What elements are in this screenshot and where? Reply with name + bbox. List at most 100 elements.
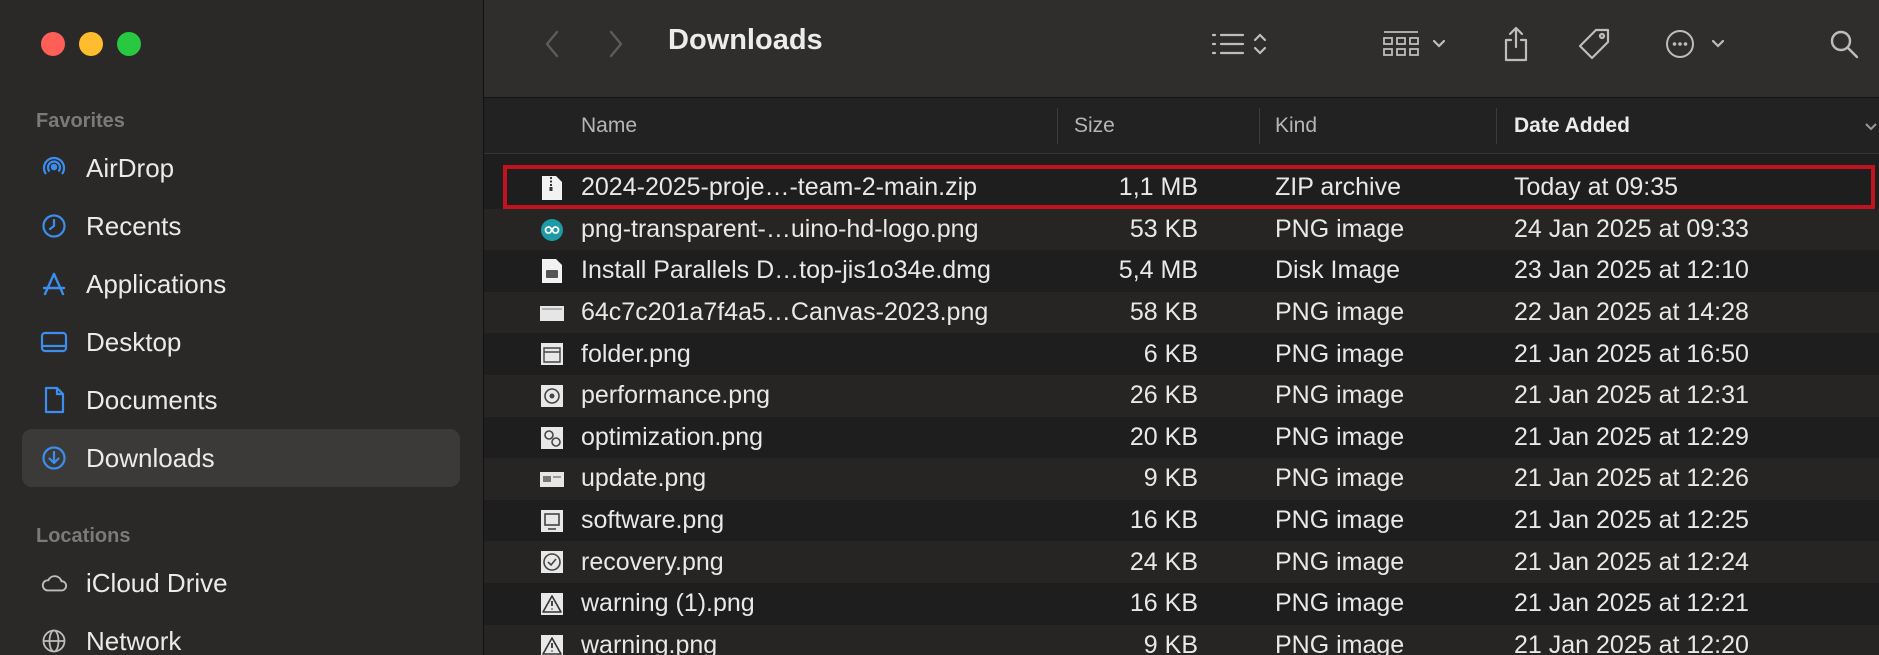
column-header-date-added[interactable]: Date Added (1514, 98, 1630, 154)
file-size: 20 KB (1129, 422, 1198, 451)
download-icon (40, 444, 68, 472)
sidebar-item-downloads[interactable]: Downloads (22, 429, 460, 487)
file-list: 2024-2025-proje…-team-2-main.zip 1,1 MB … (484, 167, 1879, 655)
file-size: 5,4 MB (1118, 256, 1198, 285)
back-icon[interactable] (530, 22, 574, 66)
sidebar-item-documents[interactable]: Documents (22, 371, 460, 429)
zoom-button[interactable] (117, 32, 141, 56)
image-icon (540, 549, 564, 575)
file-kind: PNG image (1275, 298, 1405, 327)
table-row[interactable]: 64c7c201a7f4a5…Canvas-2023.png 58 KB PNG… (484, 291, 1879, 334)
finder-window: Favorites AirDrop Recents Applications D… (0, 0, 1879, 655)
file-kind: PNG image (1275, 214, 1405, 243)
file-date-added: 21 Jan 2025 at 12:20 (1514, 630, 1749, 655)
file-date-added: 21 Jan 2025 at 12:25 (1514, 506, 1749, 535)
file-name: software.png (581, 506, 725, 535)
close-button[interactable] (41, 32, 65, 56)
column-header-name[interactable]: Name (581, 98, 637, 154)
more-icon[interactable] (1662, 22, 1734, 66)
arduino-icon (540, 217, 564, 243)
sidebar-item-label: Network (86, 625, 182, 655)
applications-icon (40, 270, 68, 298)
disk-image-icon (540, 258, 564, 284)
file-kind: PNG image (1275, 547, 1405, 576)
sidebar-item-label: Applications (86, 268, 227, 299)
sidebar-item-desktop[interactable]: Desktop (22, 313, 460, 371)
grid-view-icon[interactable] (1377, 22, 1453, 66)
tag-icon[interactable] (1572, 22, 1616, 66)
file-kind: PNG image (1275, 589, 1405, 618)
list-view-icon[interactable] (1206, 22, 1276, 66)
image-icon (540, 300, 564, 326)
cloud-icon (40, 569, 68, 597)
table-row[interactable]: optimization.png 20 KB PNG image 21 Jan … (484, 417, 1879, 459)
column-header-kind[interactable]: Kind (1275, 98, 1317, 154)
sidebar-item-icloud-drive[interactable]: iCloud Drive (22, 554, 460, 612)
table-row[interactable]: warning.png 9 KB PNG image 21 Jan 2025 a… (484, 624, 1879, 655)
table-row[interactable]: 2024-2025-proje…-team-2-main.zip 1,1 MB … (484, 167, 1879, 209)
table-row[interactable]: recovery.png 24 KB PNG image 21 Jan 2025… (484, 541, 1879, 583)
table-row[interactable]: Install Parallels D…top-jis1o34e.dmg 5,4… (484, 250, 1879, 292)
file-kind: PNG image (1275, 630, 1405, 655)
image-icon (540, 383, 564, 409)
image-icon (540, 341, 564, 367)
column-divider[interactable] (1259, 108, 1260, 144)
table-row[interactable]: warning (1).png 16 KB PNG image 21 Jan 2… (484, 583, 1879, 625)
network-icon (40, 627, 68, 655)
zip-icon (540, 175, 564, 201)
table-row[interactable]: png-transparent-…uino-hd-logo.png 53 KB … (484, 208, 1879, 251)
sidebar-item-network[interactable]: Network (22, 612, 460, 655)
column-divider[interactable] (1496, 108, 1497, 144)
window-title: Downloads (668, 24, 823, 56)
file-size: 16 KB (1129, 506, 1198, 535)
toolbar: Downloads (484, 0, 1879, 98)
search-icon[interactable] (1822, 22, 1866, 66)
column-header-bar: Name Size Kind Date Added (484, 98, 1879, 154)
file-date-added: 22 Jan 2025 at 14:28 (1514, 298, 1749, 327)
file-date-added: 24 Jan 2025 at 09:33 (1514, 214, 1749, 243)
file-name: 64c7c201a7f4a5…Canvas-2023.png (581, 298, 989, 327)
sort-chevron-icon[interactable] (1864, 98, 1878, 154)
file-name: recovery.png (581, 547, 724, 576)
file-size: 16 KB (1129, 589, 1198, 618)
file-date-added: 21 Jan 2025 at 12:21 (1514, 589, 1749, 618)
column-header-size[interactable]: Size (1074, 98, 1115, 154)
file-date-added: 21 Jan 2025 at 16:50 (1514, 339, 1749, 368)
window-controls (41, 32, 141, 56)
file-kind: PNG image (1275, 339, 1405, 368)
file-kind: PNG image (1275, 464, 1405, 493)
file-name: performance.png (581, 381, 771, 410)
file-name: 2024-2025-proje…-team-2-main.zip (581, 173, 978, 202)
file-kind: PNG image (1275, 506, 1405, 535)
table-row[interactable]: folder.png 6 KB PNG image 21 Jan 2025 at… (484, 333, 1879, 375)
file-name: warning.png (581, 630, 718, 655)
sidebar-item-applications[interactable]: Applications (22, 255, 460, 313)
table-row[interactable]: update.png 9 KB PNG image 21 Jan 2025 at… (484, 458, 1879, 500)
forward-icon[interactable] (594, 22, 638, 66)
image-icon (540, 466, 564, 492)
file-size: 6 KB (1143, 339, 1198, 368)
share-icon[interactable] (1496, 22, 1536, 66)
file-name: optimization.png (581, 422, 764, 451)
table-row[interactable]: software.png 16 KB PNG image 21 Jan 2025… (484, 500, 1879, 542)
table-row[interactable]: performance.png 26 KB PNG image 21 Jan 2… (484, 374, 1879, 417)
sidebar-item-airdrop[interactable]: AirDrop (22, 139, 460, 197)
file-size: 9 KB (1143, 464, 1198, 493)
sidebar-item-recents[interactable]: Recents (22, 197, 460, 255)
file-size: 26 KB (1129, 381, 1198, 410)
sidebar-item-label: iCloud Drive (86, 567, 228, 598)
airdrop-icon (40, 154, 68, 182)
file-name: folder.png (581, 339, 691, 368)
file-size: 58 KB (1129, 298, 1198, 327)
sidebar-item-label: Downloads (86, 442, 215, 473)
file-date-added: Today at 09:35 (1514, 173, 1679, 202)
document-icon (40, 386, 68, 414)
warning-icon (540, 591, 564, 617)
file-kind: Disk Image (1275, 256, 1401, 285)
column-divider[interactable] (1057, 108, 1058, 144)
file-date-added: 21 Jan 2025 at 12:24 (1514, 547, 1749, 576)
file-date-added: 21 Jan 2025 at 12:26 (1514, 464, 1749, 493)
minimize-button[interactable] (79, 32, 103, 56)
file-size: 1,1 MB (1118, 173, 1198, 202)
image-icon (540, 508, 564, 534)
